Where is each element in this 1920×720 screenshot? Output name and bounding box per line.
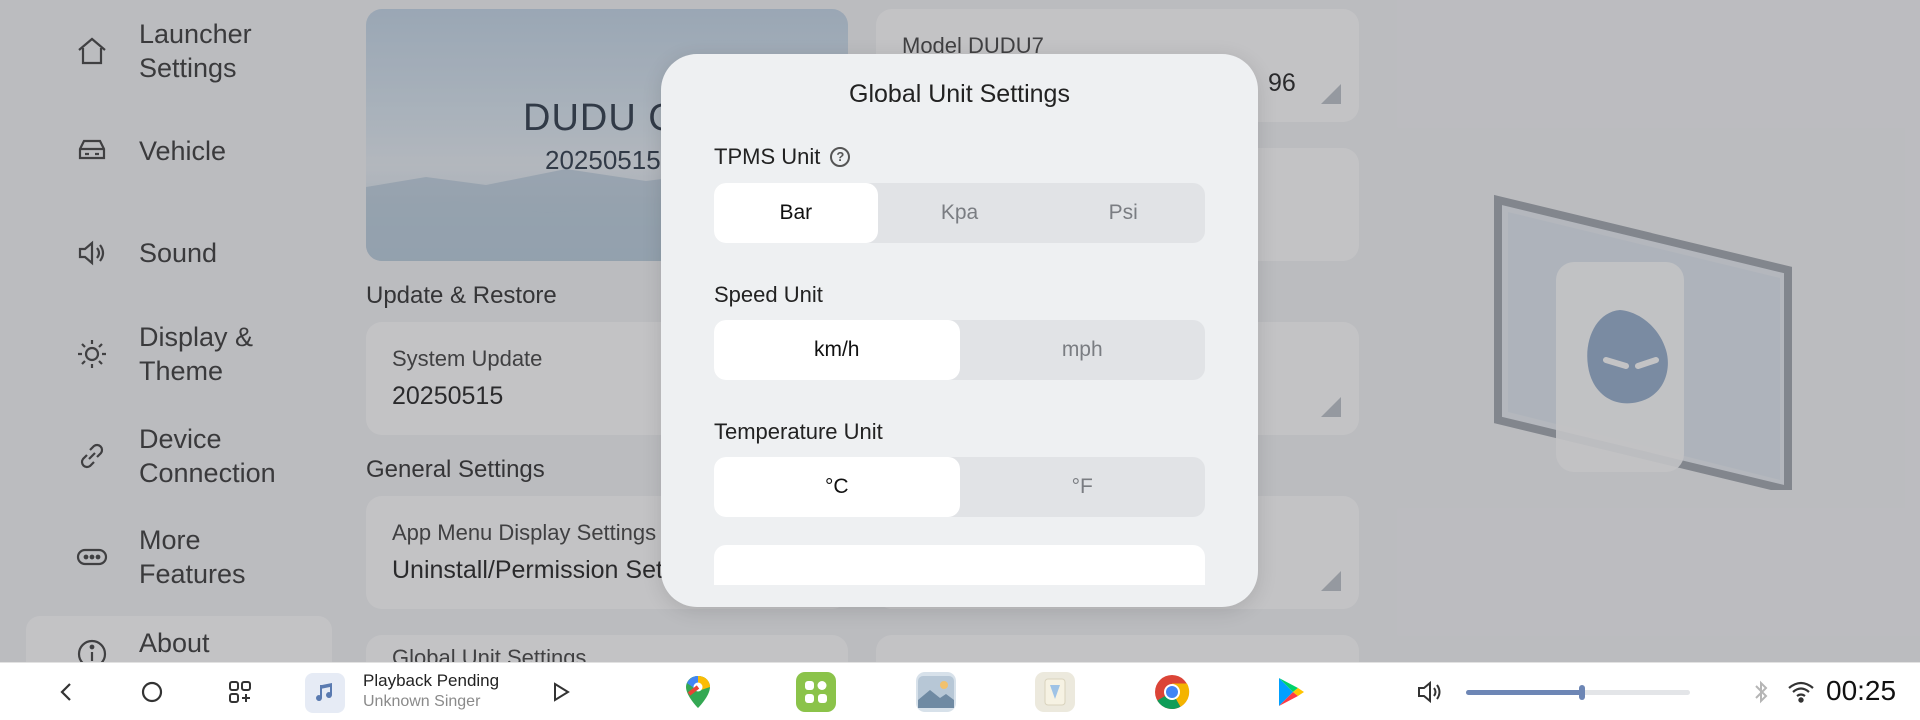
photos-app-icon[interactable] <box>1035 672 1075 712</box>
widgets-app-icon[interactable] <box>796 672 836 712</box>
play-icon[interactable] <box>543 674 579 710</box>
tpms-option-psi[interactable]: Psi <box>1041 183 1205 243</box>
play-store-icon[interactable] <box>1271 672 1311 712</box>
speed-unit-selector: km/h mph <box>714 320 1205 380</box>
track-title: Playback Pending <box>363 671 500 690</box>
temperature-option-celsius[interactable]: °C <box>714 457 960 517</box>
help-icon[interactable]: ? <box>830 147 851 167</box>
next-setting-row[interactable] <box>714 545 1205 585</box>
bottom-bar: Playback Pending Unknown Singer 00:25 <box>0 662 1920 720</box>
gallery-icon[interactable] <box>916 672 956 712</box>
clock: 00:25 <box>1826 675 1897 706</box>
tpms-unit-label: TPMS Unit ? <box>714 144 851 170</box>
tpms-unit-text: TPMS Unit <box>714 144 821 169</box>
chrome-icon[interactable] <box>1152 672 1192 712</box>
wifi-icon[interactable] <box>1783 674 1819 710</box>
volume-fill <box>1466 690 1583 695</box>
dialog-title: Global Unit Settings <box>849 80 1070 108</box>
speed-option-mph[interactable]: mph <box>960 320 1206 380</box>
temperature-unit-label: Temperature Unit <box>714 419 883 444</box>
home-circle-icon[interactable] <box>134 674 170 710</box>
maps-icon[interactable] <box>678 672 718 712</box>
speed-option-kmh[interactable]: km/h <box>714 320 960 380</box>
temperature-option-fahrenheit[interactable]: °F <box>960 457 1206 517</box>
back-icon[interactable] <box>49 674 85 710</box>
music-note-icon[interactable] <box>305 673 345 713</box>
tpms-unit-selector: Bar Kpa Psi <box>714 183 1205 243</box>
volume-slider[interactable] <box>1466 685 1690 700</box>
global-unit-dialog: Global Unit Settings TPMS Unit ? Bar Kpa… <box>661 54 1258 607</box>
app-drawer-icon[interactable] <box>222 674 258 710</box>
speed-unit-label: Speed Unit <box>714 282 823 307</box>
temperature-unit-selector: °C °F <box>714 457 1205 517</box>
tpms-option-kpa[interactable]: Kpa <box>878 183 1042 243</box>
track-artist: Unknown Singer <box>363 693 481 710</box>
volume-handle[interactable] <box>1579 685 1586 700</box>
volume-icon[interactable] <box>1413 674 1449 710</box>
tpms-option-bar[interactable]: Bar <box>714 183 878 243</box>
bluetooth-icon[interactable] <box>1743 674 1779 710</box>
